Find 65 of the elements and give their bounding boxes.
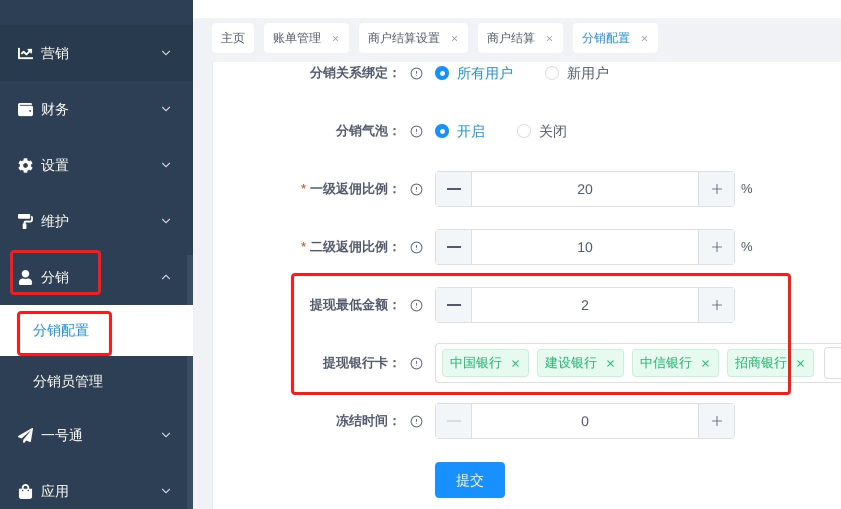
close-icon[interactable] — [510, 358, 521, 368]
field-label: 提现银行卡： — [323, 354, 401, 372]
bank-tag: 中国银行 — [442, 349, 529, 377]
decrease-button[interactable] — [436, 172, 472, 206]
roller-icon — [18, 214, 33, 228]
sidebar-item[interactable]: 营销 — [0, 25, 193, 81]
page-tab[interactable]: 账单管理 — [264, 23, 349, 53]
field-label: 冻结时间： — [336, 412, 401, 430]
sidebar-item[interactable]: 设置 — [0, 137, 193, 193]
field-label: 分销关系绑定： — [310, 64, 401, 82]
close-icon[interactable] — [331, 34, 340, 42]
info-icon[interactable] — [410, 66, 423, 80]
info-icon[interactable] — [410, 298, 423, 312]
number-value: 10 — [576, 238, 594, 256]
radio-option[interactable]: 新用户 — [545, 62, 609, 84]
info-icon[interactable] — [410, 182, 423, 196]
unit-label: % — [741, 238, 753, 256]
chart-icon — [18, 46, 33, 60]
info-icon[interactable] — [410, 124, 423, 138]
close-icon[interactable] — [450, 34, 459, 42]
number-value: 20 — [576, 180, 594, 198]
submenu-item[interactable]: 分销员管理 — [0, 356, 193, 407]
number-input[interactable]: 2 — [435, 287, 735, 323]
wallet-icon — [18, 102, 33, 116]
sidebar-item[interactable]: 一号通 — [0, 407, 193, 463]
bank-tag: 中信银行 — [632, 349, 719, 377]
radio-button[interactable] — [545, 66, 559, 80]
field-label: 二级返佣比例： — [310, 238, 401, 256]
page-tab[interactable]: 主页 — [212, 23, 254, 53]
decrease-button[interactable] — [436, 230, 472, 264]
field-label: 一级返佣比例： — [310, 180, 401, 198]
sidebar-item[interactable]: 维护 — [0, 193, 193, 249]
number-value: 2 — [580, 296, 590, 314]
page-tab[interactable]: 商户结算 — [478, 23, 563, 53]
info-icon[interactable] — [410, 356, 423, 370]
sidebar-item[interactable]: 财务 — [0, 81, 193, 137]
info-icon[interactable] — [410, 414, 423, 428]
info-icon[interactable] — [410, 240, 423, 254]
bag-icon — [18, 484, 33, 498]
field-label: 分销气泡： — [336, 122, 401, 140]
user-icon — [18, 270, 33, 284]
bank-tag: 招商银行 — [727, 349, 814, 377]
close-icon[interactable] — [640, 34, 649, 42]
close-icon[interactable] — [545, 34, 554, 42]
radio-option[interactable]: 关闭 — [517, 120, 567, 142]
number-value: 0 — [580, 412, 590, 430]
radio-button[interactable] — [517, 124, 531, 138]
close-icon[interactable] — [605, 358, 616, 368]
paper-plane-icon — [18, 428, 33, 442]
required-mark: * — [300, 238, 306, 256]
number-input[interactable]: 10 — [435, 229, 735, 265]
radio-button[interactable] — [435, 124, 449, 138]
number-input[interactable]: 20 — [435, 171, 735, 207]
required-mark: * — [300, 180, 306, 198]
unit-label: % — [741, 180, 753, 198]
bank-tag: 建设银行 — [537, 349, 624, 377]
page-tab[interactable]: 商户结算设置 — [359, 23, 468, 53]
field-label: 提现最低金额： — [310, 296, 401, 314]
close-icon[interactable] — [700, 358, 711, 368]
close-icon[interactable] — [795, 358, 806, 368]
sidebar-item[interactable]: 分销 — [0, 249, 193, 305]
radio-button[interactable] — [435, 66, 449, 80]
decrease-button[interactable] — [436, 288, 472, 322]
sidebar-item[interactable]: 应用 — [0, 463, 193, 509]
settings-icon — [18, 158, 33, 172]
